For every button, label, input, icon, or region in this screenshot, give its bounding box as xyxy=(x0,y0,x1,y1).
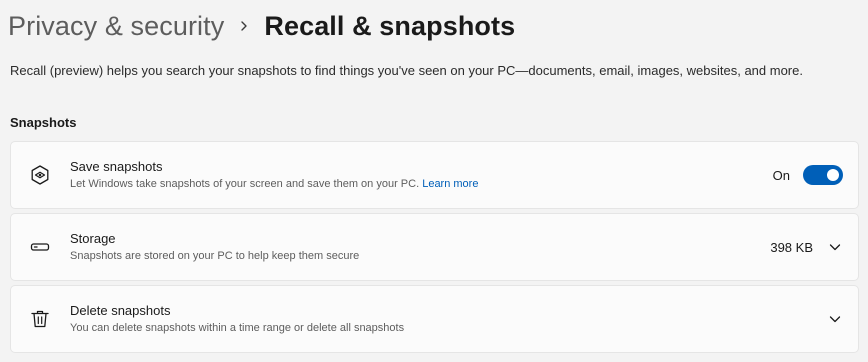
save-snapshots-title: Save snapshots xyxy=(70,159,163,174)
save-snapshots-toggle[interactable] xyxy=(803,165,843,185)
delete-snapshots-card[interactable]: Delete snapshots You can delete snapshot… xyxy=(10,285,859,353)
delete-snapshots-title: Delete snapshots xyxy=(70,303,171,318)
toggle-knob xyxy=(827,169,839,181)
storage-size-value: 398 KB xyxy=(770,239,813,255)
snapshot-icon xyxy=(28,163,52,187)
chevron-down-icon[interactable] xyxy=(827,311,843,327)
breadcrumb-parent-link[interactable]: Privacy & security xyxy=(8,11,224,42)
storage-title: Storage xyxy=(70,231,116,246)
section-title-snapshots: Snapshots xyxy=(10,115,77,130)
save-snapshots-subtitle: Let Windows take snapshots of your scree… xyxy=(70,176,478,192)
chevron-down-icon[interactable] xyxy=(827,239,843,255)
storage-text: Storage Snapshots are stored on your PC … xyxy=(70,230,359,264)
save-snapshots-text: Save snapshots Let Windows take snapshot… xyxy=(70,158,478,192)
delete-snapshots-control xyxy=(827,311,843,327)
page-title: Recall & snapshots xyxy=(264,10,516,41)
learn-more-link[interactable]: Learn more xyxy=(422,178,478,190)
storage-card[interactable]: Storage Snapshots are stored on your PC … xyxy=(10,213,859,281)
breadcrumb: Privacy & security Recall & snapshots xyxy=(8,6,515,46)
save-snapshots-card: Save snapshots Let Windows take snapshot… xyxy=(10,141,859,209)
delete-snapshots-text: Delete snapshots You can delete snapshot… xyxy=(70,302,404,336)
chevron-right-icon xyxy=(224,6,264,46)
delete-snapshots-subtitle: You can delete snapshots within a time r… xyxy=(70,322,405,334)
save-snapshots-subtitle-text: Let Windows take snapshots of your scree… xyxy=(70,178,420,190)
drive-icon xyxy=(28,235,52,259)
storage-subtitle: Snapshots are stored on your PC to help … xyxy=(70,250,360,262)
trash-icon xyxy=(28,307,52,331)
page-description: Recall (preview) helps you search your s… xyxy=(10,63,803,78)
toggle-state-label: On xyxy=(772,167,790,183)
storage-control: 398 KB xyxy=(770,239,843,255)
save-snapshots-control: On xyxy=(773,165,843,185)
settings-page: Privacy & security Recall & snapshots Re… xyxy=(0,0,868,362)
